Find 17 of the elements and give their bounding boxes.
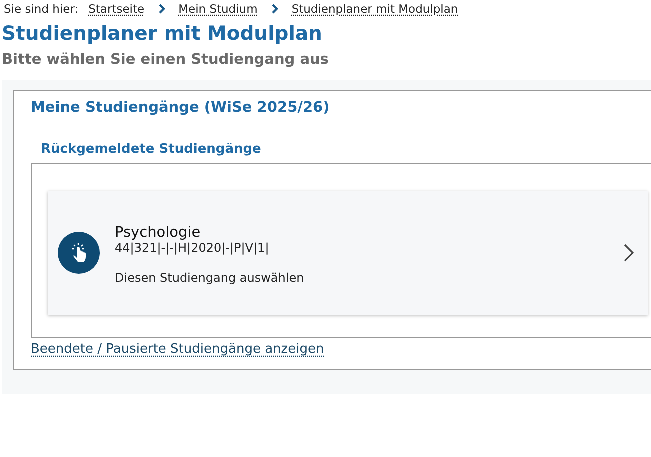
breadcrumb-link[interactable]: Startseite: [88, 2, 145, 16]
page-subtitle: Bitte wählen Sie einen Studiengang aus: [2, 51, 330, 70]
chevron-right-icon: [624, 244, 634, 262]
breadcrumb-link[interactable]: Studienplaner mit Modulplan: [292, 2, 458, 16]
breadcrumb-link[interactable]: Mein Studium: [178, 2, 258, 16]
section-title: Meine Studiengänge (WiSe 2025/26): [31, 99, 331, 118]
chevron-icon: [158, 4, 165, 14]
breadcrumb-label: Sie sind hier:: [4, 2, 79, 16]
group-title: Rückgemeldete Studiengänge: [41, 141, 262, 159]
show-finished-link[interactable]: Beendete / Pausierte Studiengänge anzeigen: [31, 342, 324, 357]
select-hint: Diesen Studiengang auswählen: [115, 270, 306, 284]
program-code: 44|321|-|-|H|2020|-|P|V|1|: [115, 240, 270, 254]
program-card[interactable]: Psychologie 44|321|-|-|H|2020|-|P|V|1| Diesen Studiengang auswählen: [48, 191, 648, 315]
program-name: Psychologie: [115, 226, 202, 240]
chevron-icon: [272, 4, 278, 14]
page-title: Studienplaner mit Modulplan: [2, 21, 324, 47]
pointer-hand-icon: [58, 232, 100, 274]
